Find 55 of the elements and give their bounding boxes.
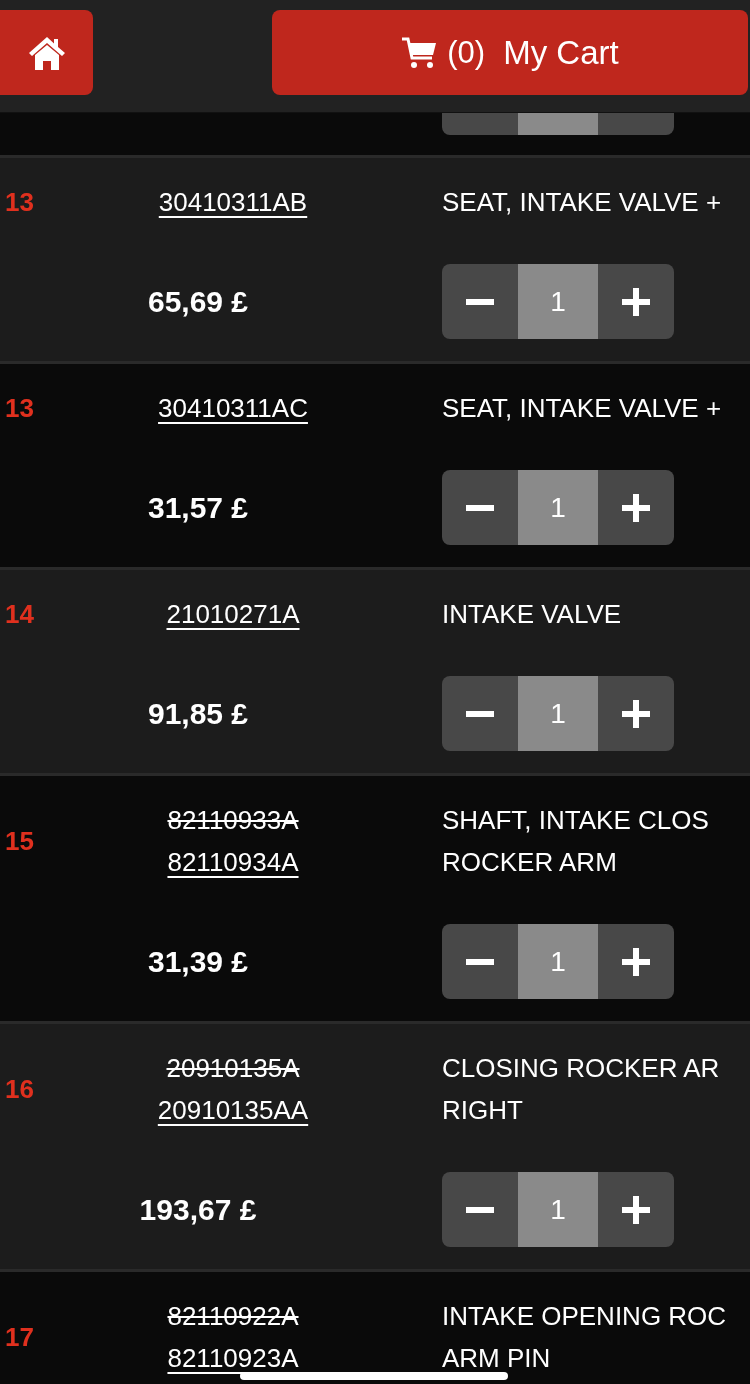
part-number-link[interactable]: 82110923A xyxy=(167,1337,299,1379)
part-description: ARM PIN xyxy=(442,1342,552,1375)
increase-button[interactable] xyxy=(598,470,674,545)
minus-icon xyxy=(466,504,494,511)
part-description: RIGHT xyxy=(442,1094,524,1127)
part-number-link[interactable]: 30410311AB xyxy=(158,181,308,223)
price: 91,85 £ xyxy=(146,696,250,731)
part-description: INTAKE OPENING ROC xyxy=(442,1300,728,1333)
home-button[interactable] xyxy=(0,10,93,95)
part-description: ROCKER ARM xyxy=(442,846,618,879)
decrease-button[interactable] xyxy=(442,1172,518,1247)
item-number: 13 xyxy=(4,186,35,218)
decrease-button[interactable] xyxy=(442,924,518,999)
increase-button[interactable] xyxy=(598,924,674,999)
part-description: INTAKE VALVE xyxy=(442,598,623,631)
decrease-button[interactable] xyxy=(442,470,518,545)
part-number-link[interactable]: 82110922A xyxy=(167,1295,299,1337)
plus-icon xyxy=(622,493,650,522)
minus-icon xyxy=(466,298,494,305)
part-number-link[interactable]: 20910135AA xyxy=(157,1089,309,1131)
price: 65,69 £ xyxy=(146,284,250,319)
increase-button[interactable] xyxy=(598,1172,674,1247)
item-number: 17 xyxy=(4,1321,35,1353)
part-description: CLOSING ROCKER AR xyxy=(442,1052,721,1085)
item-number: 16 xyxy=(4,1073,35,1105)
minus-icon xyxy=(466,710,494,717)
part-number-link[interactable]: 20910135A xyxy=(166,1047,300,1089)
part-number-link[interactable]: 82110933A xyxy=(167,799,299,841)
decrease-button[interactable] xyxy=(442,676,518,751)
cart-count: (0) xyxy=(447,34,486,71)
price: 193,67 £ xyxy=(138,1192,258,1227)
minus-icon xyxy=(466,958,494,965)
part-number-link[interactable]: 82110934A xyxy=(167,841,299,883)
quantity-stepper[interactable] xyxy=(442,113,674,135)
minus-icon xyxy=(466,1206,494,1213)
plus-icon xyxy=(622,287,650,316)
increase-button[interactable] xyxy=(598,264,674,339)
plus-icon xyxy=(622,699,650,728)
increase-button[interactable] xyxy=(598,676,674,751)
price: 31,57 £ xyxy=(146,490,250,525)
plus-icon xyxy=(622,947,650,976)
part-description: SHAFT, INTAKE CLOS xyxy=(442,804,710,837)
part-description: SEAT, INTAKE VALVE + xyxy=(442,186,723,219)
price: 31,39 £ xyxy=(146,944,250,979)
item-number: 14 xyxy=(4,598,35,630)
plus-icon xyxy=(622,1195,650,1224)
cart-icon xyxy=(401,35,438,70)
cart-button[interactable]: (0) My Cart xyxy=(272,10,748,95)
part-number-link[interactable]: 30410311AC xyxy=(158,387,308,429)
item-number: 13 xyxy=(4,392,35,424)
part-number-link[interactable]: 21010271A xyxy=(166,593,300,635)
cart-label: My Cart xyxy=(503,33,619,72)
part-description: SEAT, INTAKE VALVE + xyxy=(442,392,723,425)
item-number: 15 xyxy=(4,825,35,857)
decrease-button[interactable] xyxy=(442,264,518,339)
